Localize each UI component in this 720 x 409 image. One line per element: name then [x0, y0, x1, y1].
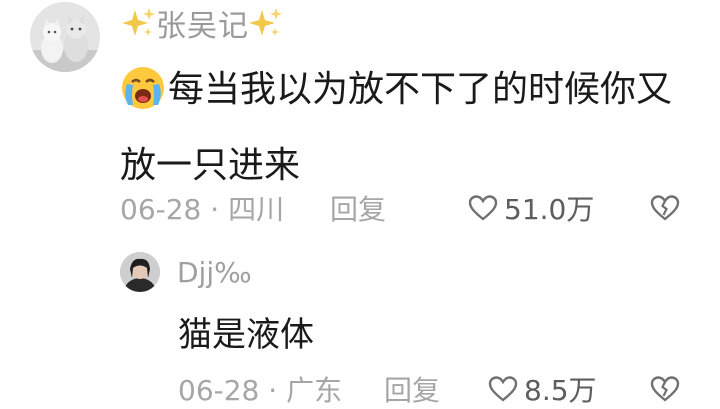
cat-avatar-image — [30, 2, 100, 72]
username-label: 张吴记 — [156, 9, 249, 44]
reply-avatar[interactable] — [120, 252, 160, 292]
broken-heart-icon — [650, 376, 680, 402]
reply-text: 猫是液体 — [178, 315, 314, 355]
avatar[interactable] — [30, 2, 100, 72]
comment-meta: 06-28 · 四川 回复 51.0万 — [120, 188, 700, 228]
sparkles-icon — [122, 6, 156, 40]
like-button[interactable]: 51.0万 — [468, 188, 594, 228]
username[interactable]: 张吴记 — [122, 3, 283, 44]
heart-icon — [488, 376, 518, 402]
reply-avatar-image — [120, 252, 160, 292]
reply-date-location: 06-28 · 广东 — [178, 374, 343, 407]
reply-meta: 06-28 · 广东 回复 8.5万 — [178, 370, 698, 408]
comment-body: 每当我以为放不下了的时候你又放一只进来 — [120, 69, 673, 186]
comment-date-location: 06-28 · 四川 — [120, 193, 285, 226]
like-button[interactable]: 8.5万 — [488, 369, 597, 409]
dislike-button[interactable] — [650, 194, 680, 222]
like-count: 8.5万 — [524, 374, 597, 407]
crying-emoji-icon — [120, 65, 166, 133]
dislike-button[interactable] — [650, 375, 680, 403]
reply-button[interactable]: 回复 — [384, 369, 440, 409]
sparkles-icon — [249, 6, 283, 40]
comment-text: 每当我以为放不下了的时候你又放一只进来 — [120, 57, 695, 199]
like-count: 51.0万 — [504, 193, 595, 226]
broken-heart-icon — [650, 195, 680, 221]
reply-username[interactable]: Djj‰ — [177, 254, 252, 290]
heart-icon — [468, 195, 498, 221]
reply-button[interactable]: 回复 — [330, 188, 386, 228]
